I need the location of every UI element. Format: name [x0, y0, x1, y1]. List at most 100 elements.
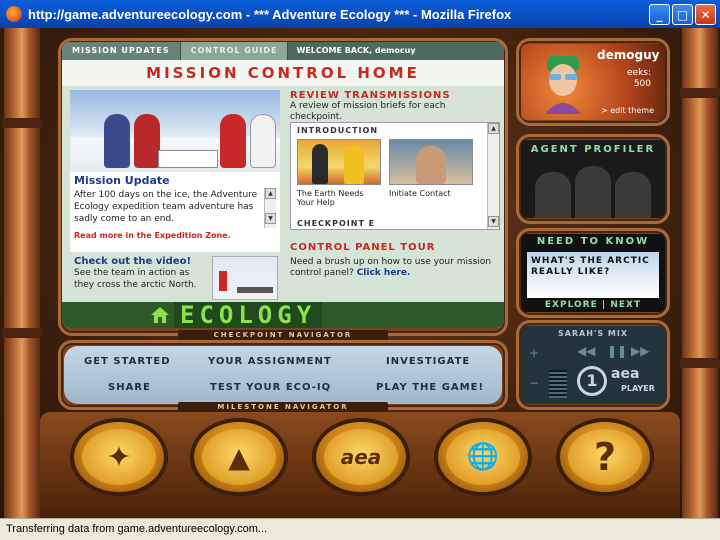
- milestone-share[interactable]: SHARE: [108, 382, 151, 393]
- control-panel-tour: CONTROL PANEL TOUR Need a brush up on ho…: [290, 242, 500, 279]
- expedition-banner: [158, 150, 218, 168]
- scroll-up-icon[interactable]: ▲: [265, 188, 276, 199]
- video-figure: [219, 271, 227, 291]
- scroll-track[interactable]: [265, 199, 276, 213]
- triangle-icon: ▲: [202, 429, 276, 485]
- ecology-logo-band: ECOLOGY: [62, 302, 504, 328]
- transmission-card-contact[interactable]: [389, 139, 473, 185]
- forward-icon[interactable]: ▶▶: [631, 344, 649, 358]
- need-to-know-nav: EXPLORE | NEXT: [521, 300, 665, 310]
- video-sled-dogs: [237, 287, 273, 293]
- review-transmissions-title[interactable]: REVIEW TRANSMISSIONS: [290, 90, 500, 101]
- expedition-photo[interactable]: [70, 90, 280, 172]
- expedition-member: [250, 114, 276, 168]
- transmission-caption-contact[interactable]: Initiate Contact: [389, 189, 475, 198]
- agent-silhouette: [575, 166, 611, 218]
- eeks-counter: eeks: 500: [627, 68, 651, 90]
- eeks-label: eeks:: [627, 68, 652, 78]
- expedition-member: [134, 114, 160, 168]
- explore-link[interactable]: EXPLORE: [545, 300, 598, 310]
- world-map-icon: 🌐: [446, 429, 520, 485]
- eeks-value: 500: [633, 79, 652, 89]
- triangle-button[interactable]: ▲: [190, 418, 288, 496]
- scroll-down-icon[interactable]: ▼: [265, 213, 276, 224]
- mission-update-box: Mission Update After 100 days on the ice…: [70, 172, 280, 252]
- welcome-message: WELCOME BACK, democuy: [296, 46, 416, 55]
- milestone-test-eco-iq[interactable]: TEST YOUR ECO-IQ: [210, 382, 331, 393]
- scroll-down-icon[interactable]: ▼: [488, 216, 499, 227]
- next-link[interactable]: NEXT: [610, 300, 641, 310]
- avatar-panel: demoguy eeks: 500 > edit theme: [521, 44, 665, 120]
- player-label: PLAYER: [621, 384, 655, 393]
- pipe-ring: [2, 328, 42, 338]
- video-thumbnail[interactable]: [212, 256, 278, 300]
- transmissions-box: INTRODUCTION The Earth Needs Your Help I…: [290, 122, 500, 230]
- transmission-caption-earth[interactable]: The Earth Needs Your Help: [297, 189, 383, 207]
- window-titlebar[interactable]: http://game.adventureecology.com - *** A…: [0, 0, 720, 28]
- control-panel-tour-link[interactable]: Click here.: [357, 268, 411, 278]
- home-icon[interactable]: [150, 306, 170, 324]
- edit-theme-link[interactable]: > edit theme: [601, 106, 654, 115]
- username: demoguy: [597, 48, 660, 62]
- aea-button[interactable]: aea: [312, 418, 410, 496]
- page-title: MISSION CONTROL HOME: [146, 64, 420, 82]
- arctic-image[interactable]: WHAT'S THE ARCTIC REALLY LIKE?: [527, 252, 659, 298]
- panel-tabs: MISSION UPDATES CONTROL GUIDE WELCOME BA…: [62, 42, 504, 60]
- character-figure: [344, 146, 364, 184]
- close-button[interactable]: ✕: [695, 4, 716, 25]
- firefox-icon: [6, 6, 22, 22]
- track-number-icon: 1: [577, 366, 607, 396]
- character-figure: [312, 144, 328, 184]
- milestone-play-game[interactable]: PLAY THE GAME!: [376, 382, 484, 393]
- player-logo: aea: [611, 366, 640, 382]
- tab-mission-updates[interactable]: MISSION UPDATES: [62, 42, 181, 60]
- scroll-track[interactable]: [488, 134, 499, 216]
- maximize-button[interactable]: □: [672, 4, 693, 25]
- tab-control-guide[interactable]: CONTROL GUIDE: [180, 42, 289, 60]
- agent-profiler-title: AGENT PROFILER: [530, 144, 656, 155]
- scroll-up-icon[interactable]: ▲: [488, 123, 499, 134]
- transmissions-scrollbar[interactable]: ▲ ▼: [487, 123, 499, 229]
- expedition-member: [220, 114, 246, 168]
- volume-up-icon[interactable]: +: [529, 346, 539, 360]
- nav-separator: |: [601, 300, 607, 310]
- milestone-your-assignment[interactable]: YOUR ASSIGNMENT: [208, 356, 332, 367]
- contact-portrait: [416, 146, 446, 184]
- transmission-card-earth[interactable]: [297, 139, 381, 185]
- compass-icon: ✦: [82, 429, 156, 485]
- milestone-investigate[interactable]: INVESTIGATE: [386, 356, 470, 367]
- mission-update-scrollbar[interactable]: ▲ ▼: [264, 188, 276, 228]
- need-to-know-question: WHAT'S THE ARCTIC REALLY LIKE?: [531, 256, 650, 277]
- help-button[interactable]: ?: [556, 418, 654, 496]
- agent-profiler-panel[interactable]: AGENT PROFILER: [521, 140, 665, 218]
- volume-down-icon[interactable]: −: [529, 376, 539, 390]
- window-title: http://game.adventureecology.com - *** A…: [28, 6, 512, 22]
- pause-icon[interactable]: ❚❚: [607, 344, 627, 358]
- mission-update-title: Mission Update: [74, 174, 170, 187]
- next-checkpoint-head: CHECKPOINT E: [297, 219, 376, 228]
- minimize-button[interactable]: _: [649, 4, 670, 25]
- milestone-navigator: GET STARTED YOUR ASSIGNMENT INVESTIGATE …: [64, 346, 502, 404]
- mission-control-panel: MISSION UPDATES CONTROL GUIDE WELCOME BA…: [62, 42, 504, 328]
- review-transmissions-body: A review of mission briefs for each chec…: [290, 101, 446, 122]
- rewind-icon[interactable]: ◀◀: [577, 344, 595, 358]
- page-header: MISSION CONTROL HOME: [62, 60, 504, 86]
- compass-button[interactable]: ✦: [70, 418, 168, 496]
- video-promo: Check out the video! See the team in act…: [70, 256, 280, 302]
- pipe-ring: [2, 118, 42, 128]
- world-map-button[interactable]: 🌐: [434, 418, 532, 496]
- agent-silhouette: [615, 172, 651, 218]
- right-pipe-decoration: [680, 28, 720, 518]
- review-transmissions: REVIEW TRANSMISSIONS A review of mission…: [290, 90, 500, 123]
- question-mark-icon: ?: [568, 429, 642, 485]
- video-description: See the team in action as they cross the…: [74, 268, 197, 290]
- ecology-logo: ECOLOGY: [174, 302, 323, 328]
- avatar[interactable]: [541, 56, 585, 114]
- expedition-zone-link[interactable]: Read more in the Expedition Zone.: [70, 229, 280, 242]
- game-stage: MISSION UPDATES CONTROL GUIDE WELCOME BA…: [0, 28, 720, 518]
- music-player-panel: SARAH'S MIX + − ◀◀ ❚❚ ▶▶ 1 aea PLAYER: [521, 326, 665, 404]
- control-panel-tour-title[interactable]: CONTROL PANEL TOUR: [290, 242, 500, 253]
- transmission-section-head: INTRODUCTION: [297, 126, 379, 135]
- milestone-get-started[interactable]: GET STARTED: [84, 356, 171, 367]
- mission-update-body: After 100 days on the ice, the Adventure…: [74, 190, 258, 224]
